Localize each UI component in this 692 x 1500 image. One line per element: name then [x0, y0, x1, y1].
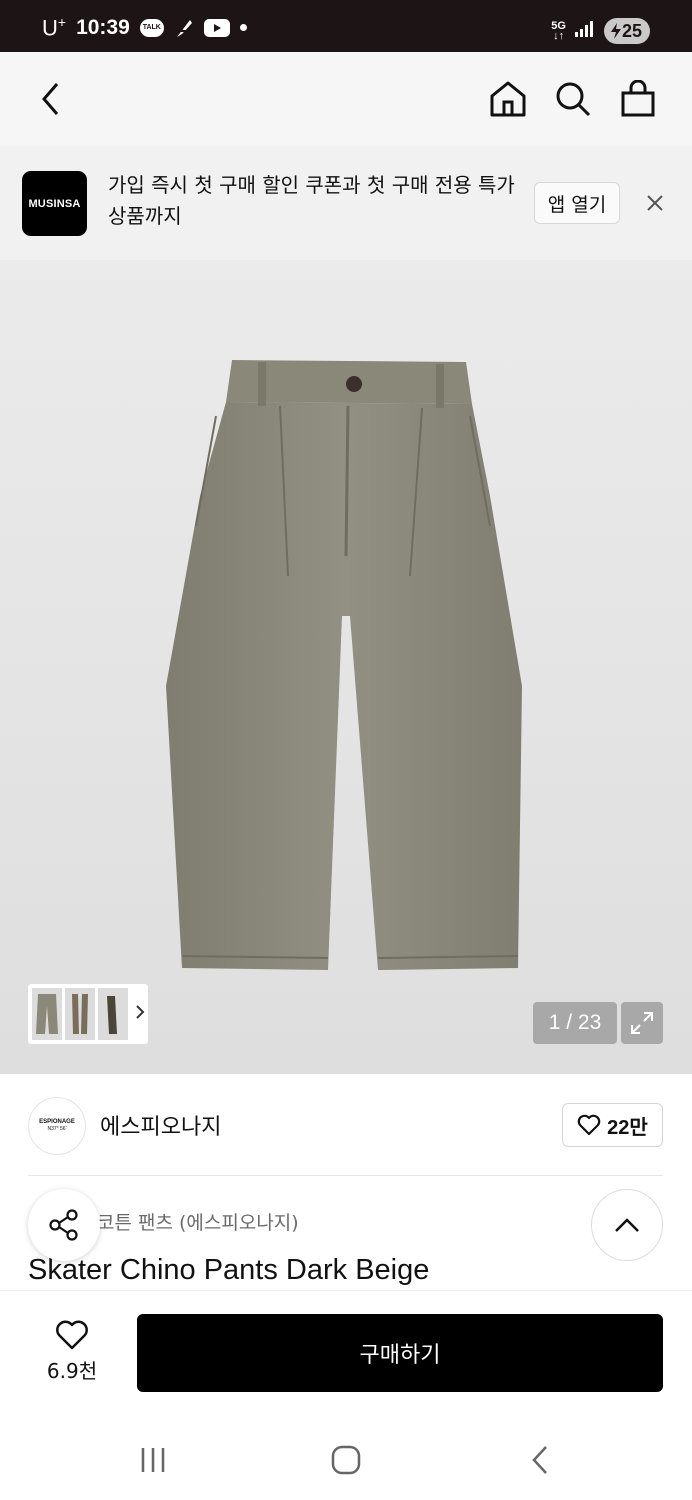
close-banner-button[interactable]	[642, 190, 668, 216]
thumbnail-3[interactable]	[98, 988, 128, 1040]
back-icon	[532, 1446, 547, 1474]
scroll-top-button[interactable]	[591, 1189, 663, 1261]
app-header	[0, 52, 692, 146]
back-nav-button[interactable]	[520, 1442, 560, 1478]
product-image-gallery[interactable]: 1 / 23	[0, 260, 692, 1074]
thumbnail-strip[interactable]	[28, 984, 148, 1044]
recent-apps-icon	[141, 1448, 165, 1472]
charging-icon	[610, 23, 621, 39]
status-bar: U+ 10:39 TALK 5G ↓↑ 25	[0, 0, 692, 52]
chevron-up-icon	[615, 1218, 639, 1232]
feather-icon	[174, 17, 194, 39]
search-button[interactable]	[552, 78, 594, 120]
wishlist-count: 6.9천	[46, 1359, 98, 1383]
home-icon	[490, 81, 526, 117]
back-button[interactable]	[30, 78, 72, 120]
buy-button[interactable]: 구매하기	[137, 1314, 663, 1392]
home-button[interactable]	[487, 78, 529, 120]
app-promo-banner: MUSINSA 가입 즉시 첫 구매 할인 쿠폰과 첫 구매 전용 특가 상품까…	[0, 146, 692, 260]
home-circle-icon	[331, 1445, 361, 1475]
search-icon	[556, 82, 591, 117]
battery-indicator: 25	[603, 18, 650, 44]
back-icon	[42, 83, 59, 115]
heart-icon	[56, 1320, 88, 1350]
share-button[interactable]	[28, 1189, 100, 1261]
carrier-label: U+	[42, 14, 67, 41]
expand-button[interactable]	[621, 1002, 663, 1044]
clock: 10:39	[76, 15, 130, 39]
notification-dot-icon	[239, 24, 247, 32]
musinsa-logo: MUSINSA	[22, 171, 87, 236]
product-category[interactable]: 코튼 팬츠 (에스피오나지)	[97, 1208, 299, 1235]
cart-button[interactable]	[617, 78, 659, 120]
share-icon	[49, 1209, 78, 1241]
signal-icon	[574, 20, 596, 42]
thumbnail-2[interactable]	[65, 988, 95, 1040]
product-title: Skater Chino Pants Dark Beige	[28, 1254, 430, 1286]
youtube-icon	[203, 18, 230, 37]
heart-icon	[577, 1114, 601, 1136]
recent-apps-button[interactable]	[133, 1442, 173, 1478]
talk-icon: TALK	[139, 18, 164, 37]
product-image	[166, 360, 522, 970]
shopping-bag-icon	[621, 80, 655, 117]
expand-icon	[631, 1012, 653, 1034]
wishlist-button[interactable]: 6.9천	[36, 1319, 108, 1384]
bottom-action-bar: 6.9천 구매하기	[0, 1290, 692, 1420]
network-5g-icon: 5G ↓↑	[551, 20, 566, 42]
chevron-right-icon[interactable]	[135, 1004, 145, 1024]
system-nav-bar	[0, 1420, 692, 1500]
brand-logo[interactable]: ESPIONAGE N37° 56'	[28, 1097, 86, 1155]
brand-like-count: 22만	[607, 1116, 648, 1139]
divider	[28, 1175, 663, 1176]
promo-message: 가입 즉시 첫 구매 할인 쿠폰과 첫 구매 전용 특가 상품까지	[108, 173, 515, 228]
thumbnail-1[interactable]	[32, 988, 62, 1040]
brand-like-button[interactable]: 22만	[562, 1103, 663, 1147]
close-icon	[647, 195, 663, 211]
home-nav-button[interactable]	[326, 1442, 366, 1478]
open-app-button[interactable]: 앱 열기	[534, 182, 620, 224]
image-counter: 1 / 23	[533, 1002, 617, 1044]
brand-name[interactable]: 에스피오나지	[100, 1109, 221, 1141]
